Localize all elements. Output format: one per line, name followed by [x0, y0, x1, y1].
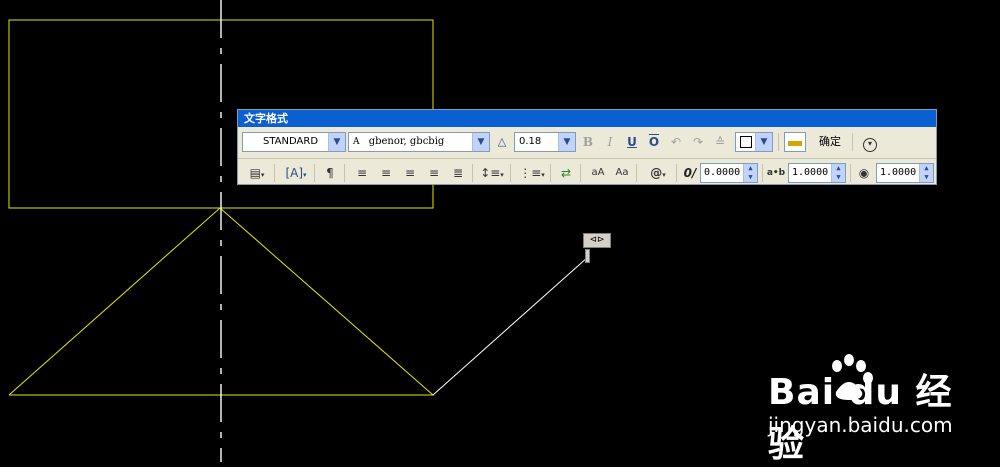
style-value: STANDARD: [263, 136, 319, 147]
chevron-down-icon[interactable]: ▼: [328, 133, 345, 151]
annotative-icon[interactable]: △: [492, 132, 512, 152]
toolbar-separator: [510, 164, 511, 182]
uppercase-icon[interactable]: aA: [588, 163, 608, 183]
numbering-icon[interactable]: ⋮≡▾: [518, 163, 546, 183]
justification-icon[interactable]: [A]▾: [282, 163, 310, 183]
toolbar-separator: [344, 164, 345, 182]
align-left-icon[interactable]: ≡: [352, 163, 372, 183]
toolbar-title: 文字格式: [238, 110, 936, 127]
toolbar-separator: [314, 164, 315, 182]
spinner-icon[interactable]: ▲ ▼: [831, 164, 845, 182]
ok-button[interactable]: 确定: [812, 132, 848, 152]
options-icon[interactable]: ▾: [860, 132, 880, 152]
oblique-angle-input[interactable]: 0.0000 ▲ ▼: [700, 163, 758, 183]
style-dropdown[interactable]: STANDARD ▼: [242, 132, 346, 152]
text-format-toolbar: 文字格式 STANDARD ▼ A gbenor, gbcbig ▼ △ 0.1…: [237, 109, 937, 185]
oblique-angle-icon: 0/: [683, 166, 697, 180]
color-swatch-icon: [740, 136, 752, 148]
chevron-down-icon[interactable]: ▼: [755, 133, 772, 151]
insert-field-icon[interactable]: ⇄: [556, 163, 576, 183]
toolbar-row-2: ▤▾ [A]▾ ¶ ≡ ≡ ≡ ≡ ≣ ↕≡▾ ⋮≡▾ ⇄ aA Aa @▾ 0…: [238, 158, 936, 187]
lowercase-icon[interactable]: Aa: [612, 163, 632, 183]
symbol-label: @: [650, 166, 663, 180]
columns-icon[interactable]: ▤▾: [244, 163, 270, 183]
font-dropdown[interactable]: A gbenor, gbcbig ▼: [348, 132, 490, 152]
align-center-icon[interactable]: ≡: [376, 163, 396, 183]
paragraph-icon[interactable]: ¶: [320, 163, 340, 183]
undo-icon[interactable]: ↶: [666, 132, 686, 152]
toolbar-separator: [762, 164, 763, 182]
tracking-value: 1.0000: [792, 167, 829, 178]
width-factor-icon: ◉: [858, 166, 870, 180]
tracking-icon: a•b: [766, 168, 786, 178]
leader-line: [432, 256, 589, 396]
spinner-icon[interactable]: ▲ ▼: [919, 164, 933, 182]
color-dropdown[interactable]: ▼: [735, 132, 773, 152]
text-height-value: 0.18: [519, 136, 542, 147]
chevron-down-icon[interactable]: ▼: [472, 133, 489, 151]
underline-button[interactable]: U: [622, 132, 642, 152]
stack-icon[interactable]: ≙: [710, 132, 730, 152]
width-factor-value: 1.0000: [880, 167, 917, 178]
toolbar-separator: [550, 164, 551, 182]
watermark-url: jingyan.baidu.com: [768, 413, 953, 437]
distribute-icon[interactable]: ≣: [448, 163, 468, 183]
font-value: gbenor, gbcbig: [368, 136, 445, 147]
line-spacing-icon[interactable]: ↕≡▾: [478, 163, 506, 183]
spinner-icon[interactable]: ▲ ▼: [743, 164, 757, 182]
chevron-down-icon[interactable]: ▼: [558, 133, 575, 151]
toolbar-separator: [636, 164, 637, 182]
toolbar-separator: [850, 164, 851, 182]
oblique-angle-value: 0.0000: [704, 167, 741, 178]
tracking-input[interactable]: 1.0000 ▲ ▼: [788, 163, 846, 183]
toolbar-separator: [580, 164, 581, 182]
toolbar-separator: [676, 164, 677, 182]
toolbar-separator: [274, 164, 275, 182]
symbol-icon[interactable]: @▾: [644, 163, 672, 183]
bold-button[interactable]: B: [578, 132, 598, 152]
redo-icon[interactable]: ↷: [688, 132, 708, 152]
italic-button[interactable]: I: [600, 132, 620, 152]
baidu-watermark: Bai du 经验 jingyan.baidu.com: [768, 355, 988, 465]
toolbar-separator: [778, 133, 779, 151]
width-factor-input[interactable]: 1.0000 ▲ ▼: [876, 163, 934, 183]
justify-icon[interactable]: ≡: [424, 163, 444, 183]
font-icon: A: [353, 137, 360, 147]
toolbar-separator: [472, 164, 473, 182]
overline-button[interactable]: O: [644, 132, 664, 152]
ruler-icon[interactable]: [784, 132, 806, 152]
text-height-dropdown[interactable]: 0.18 ▼: [514, 132, 576, 152]
triangle-outline: [8, 207, 435, 396]
align-right-icon[interactable]: ≡: [400, 163, 420, 183]
toolbar-separator: [852, 133, 853, 151]
toolbar-row-1: STANDARD ▼ A gbenor, gbcbig ▼ △ 0.18 ▼ B…: [238, 128, 936, 156]
grip-stem[interactable]: [585, 249, 590, 263]
grip-handle[interactable]: ⊲⊳: [583, 233, 611, 248]
